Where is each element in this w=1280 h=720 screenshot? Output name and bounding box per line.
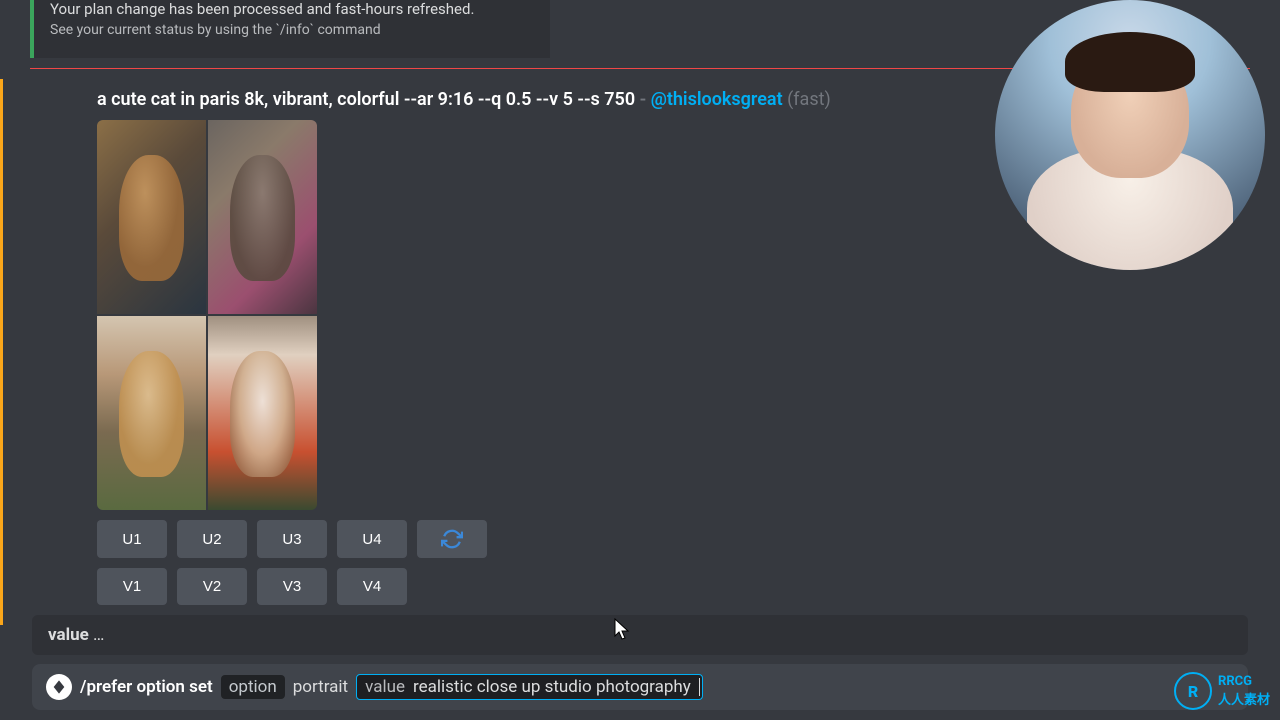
variation-2-button[interactable]: V2 xyxy=(177,568,247,605)
autocomplete-hint: … xyxy=(93,625,104,645)
generated-image-1 xyxy=(97,120,206,314)
chat-input-bar[interactable]: /prefer option set option portrait value… xyxy=(32,664,1248,710)
bot-avatar-icon xyxy=(46,674,72,700)
generated-image-3 xyxy=(97,316,206,510)
generated-image-4 xyxy=(208,316,317,510)
system-message-line1: Your plan change has been processed and … xyxy=(50,0,534,18)
system-message-line2: See your current status by using the `/i… xyxy=(50,22,534,38)
watermark-text-en: RRCG xyxy=(1218,674,1270,689)
variation-3-button[interactable]: V3 xyxy=(257,568,327,605)
slash-command: /prefer option set xyxy=(80,677,213,697)
system-message: Your plan change has been processed and … xyxy=(30,0,550,58)
generated-image-2 xyxy=(208,120,317,314)
upscale-4-button[interactable]: U4 xyxy=(337,520,407,558)
param-value-label: value xyxy=(365,677,405,697)
param-value-editing[interactable]: value realistic close up studio photogra… xyxy=(356,674,703,700)
upscale-3-button[interactable]: U3 xyxy=(257,520,327,558)
param-value-text: realistic close up studio photography xyxy=(413,677,691,697)
command-autocomplete-popup[interactable]: value … xyxy=(32,615,1248,655)
text-caret xyxy=(699,678,700,696)
watermark-text-cn: 人人素材 xyxy=(1218,689,1270,708)
generation-mode: (fast) xyxy=(787,89,831,110)
variation-4-button[interactable]: V4 xyxy=(337,568,407,605)
upscale-button-row: U1 U2 U3 U4 xyxy=(97,520,1250,558)
variation-1-button[interactable]: V1 xyxy=(97,568,167,605)
param-option-label: option xyxy=(221,675,285,699)
presenter-webcam-overlay xyxy=(995,0,1265,270)
prompt-dash: - xyxy=(640,89,647,110)
watermark-logo: R xyxy=(1174,672,1212,710)
param-option-value: portrait xyxy=(293,677,348,697)
autocomplete-param-name: value xyxy=(48,625,89,645)
user-mention[interactable]: @thislooksgreat xyxy=(651,89,783,110)
reroll-button[interactable] xyxy=(417,520,487,558)
refresh-icon xyxy=(441,528,463,550)
variation-button-row: V1 V2 V3 V4 xyxy=(97,568,1250,605)
watermark: R RRCG 人人素材 xyxy=(1174,672,1270,710)
prompt-text: a cute cat in paris 8k, vibrant, colorfu… xyxy=(97,89,635,110)
upscale-2-button[interactable]: U2 xyxy=(177,520,247,558)
generated-image-grid[interactable] xyxy=(97,120,317,510)
upscale-1-button[interactable]: U1 xyxy=(97,520,167,558)
